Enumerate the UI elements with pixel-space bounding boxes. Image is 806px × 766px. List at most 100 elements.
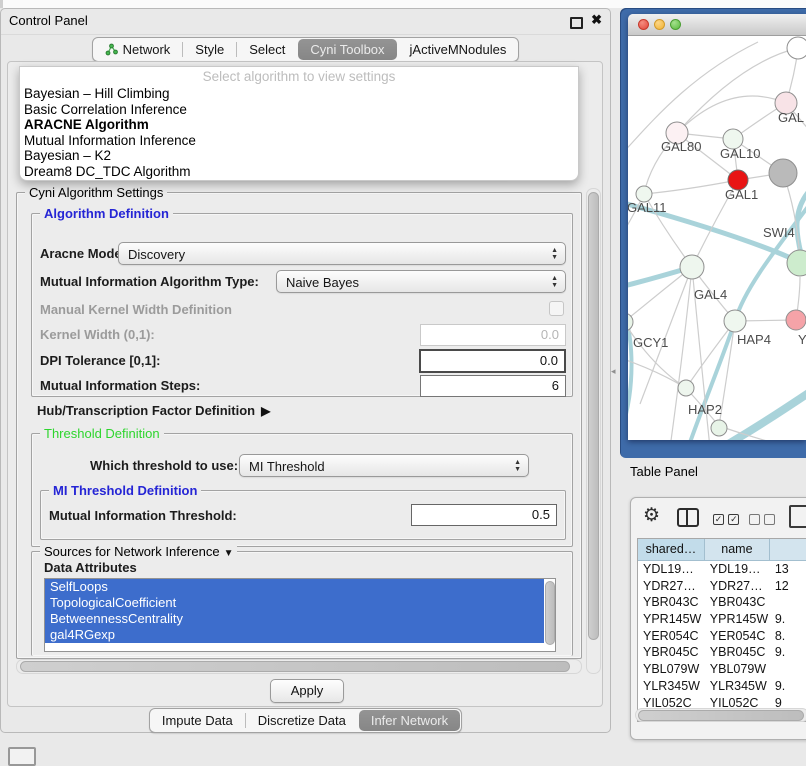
network-node[interactable] xyxy=(680,255,704,279)
list-item[interactable]: SelfLoops xyxy=(45,579,544,595)
list-scrollbar-thumb[interactable] xyxy=(545,581,555,645)
cell[interactable]: YER054C xyxy=(638,628,705,645)
cell[interactable]: YBL079W xyxy=(638,661,705,678)
network-edge[interactable] xyxy=(628,322,686,388)
cell[interactable]: YPR145W xyxy=(638,611,705,628)
network-window-titlebar[interactable] xyxy=(628,14,806,36)
minimize-window-icon[interactable] xyxy=(654,19,665,30)
split-view-icon[interactable] xyxy=(677,508,699,527)
cell[interactable]: YBR045C xyxy=(638,644,705,661)
cell[interactable]: YLR345W xyxy=(638,678,705,695)
deselect-all-checks-icon[interactable]: ✓ ✓ xyxy=(749,511,775,529)
cell[interactable]: YER054C xyxy=(705,628,770,645)
close-panel-icon[interactable]: ✖ xyxy=(591,12,602,28)
table-row[interactable]: YDR27…YDR27…12 xyxy=(638,578,806,595)
algorithm-option[interactable]: Basic Correlation Inference xyxy=(20,102,578,118)
cell[interactable]: YDL19… xyxy=(705,561,770,578)
cell[interactable]: YBL079W xyxy=(705,661,770,678)
cell[interactable]: YPR145W xyxy=(705,611,770,628)
cell[interactable]: 8. xyxy=(770,628,806,645)
settings-vertical-scrollbar-thumb[interactable] xyxy=(588,192,599,640)
panel-divider-grip[interactable]: ◂ xyxy=(611,366,616,377)
network-edge[interactable] xyxy=(718,388,806,440)
cell[interactable]: YLR345W xyxy=(705,678,770,695)
tab-select[interactable]: Select xyxy=(237,38,297,61)
table-row[interactable]: YLR345WYLR345W9. xyxy=(638,678,806,695)
cell[interactable]: YIL052C xyxy=(705,695,770,710)
table-horizontal-scrollbar[interactable] xyxy=(635,708,806,722)
network-node[interactable] xyxy=(724,310,746,332)
network-graph[interactable]: GALGAL80GAL10GAL1GAL11SWI4GAL4GCY1HAP4YH… xyxy=(628,36,806,440)
network-node[interactable] xyxy=(678,380,694,396)
tab-network[interactable]: Network xyxy=(93,38,183,61)
column-header-name[interactable]: name xyxy=(705,539,770,561)
algorithm-option[interactable]: Mutual Information Inference xyxy=(20,133,578,149)
gear-icon[interactable]: ⚙ xyxy=(643,504,660,527)
manual-kernel-checkbox[interactable] xyxy=(549,301,564,316)
network-node[interactable] xyxy=(787,250,806,276)
tab-discretize-data[interactable]: Discretize Data xyxy=(246,709,358,732)
network-edge[interactable] xyxy=(677,96,786,133)
cell[interactable]: YBR043C xyxy=(638,594,705,611)
list-item[interactable]: TopologicalCoefficient xyxy=(45,595,544,611)
which-threshold-combo[interactable]: MI Threshold ▲▼ xyxy=(239,454,529,477)
tab-impute-data[interactable]: Impute Data xyxy=(150,709,245,732)
close-window-icon[interactable] xyxy=(638,19,649,30)
cell[interactable]: YDL19… xyxy=(638,561,705,578)
network-node[interactable] xyxy=(787,37,806,59)
data-attributes-list[interactable]: SelfLoops TopologicalCoefficient Between… xyxy=(44,578,556,652)
table-row[interactable]: YBR043CYBR043C xyxy=(638,594,806,611)
dpi-tolerance-input[interactable]: 0.0 xyxy=(419,349,566,373)
mi-steps-input[interactable]: 6 xyxy=(420,375,566,397)
aracne-mode-combo[interactable]: Discovery ▲▼ xyxy=(118,242,566,265)
hub-section-toggle[interactable]: Hub/Transcription Factor Definition▶ xyxy=(37,403,270,418)
table-row[interactable]: YPR145WYPR145W9. xyxy=(638,611,806,628)
tab-cyni-toolbox[interactable]: Cyni Toolbox xyxy=(298,39,396,60)
list-item[interactable]: BetweennessCentrality xyxy=(45,611,544,627)
network-node[interactable] xyxy=(786,310,806,330)
cell[interactable]: 9. xyxy=(770,678,806,695)
list-scrollbar[interactable] xyxy=(545,580,554,650)
cell[interactable] xyxy=(770,661,806,678)
algorithm-option-aracne[interactable]: ARACNE Algorithm xyxy=(20,117,578,133)
minimized-widget-icon[interactable] xyxy=(8,747,36,766)
network-node[interactable] xyxy=(711,420,727,436)
table-row[interactable]: YBL079WYBL079W xyxy=(638,661,806,678)
cell[interactable]: YBR045C xyxy=(705,644,770,661)
network-canvas[interactable]: GALGAL80GAL10GAL1GAL11SWI4GAL4GCY1HAP4YH… xyxy=(628,36,806,440)
network-edge[interactable] xyxy=(644,180,738,194)
mi-type-combo[interactable]: Naive Bayes ▲▼ xyxy=(276,270,566,293)
network-node[interactable] xyxy=(769,159,797,187)
sources-group-title[interactable]: Sources for Network Inference▼ xyxy=(40,544,237,561)
cell[interactable] xyxy=(770,594,806,611)
cell[interactable]: 13 xyxy=(770,561,806,578)
cell[interactable]: YDR27… xyxy=(705,578,770,595)
tab-jactivemnodules[interactable]: jActiveMNodules xyxy=(398,38,519,61)
page-icon[interactable] xyxy=(789,505,806,528)
algorithm-option[interactable]: Dream8 DC_TDC Algorithm xyxy=(20,164,578,180)
table-horizontal-scrollbar-thumb[interactable] xyxy=(638,710,804,721)
tab-style[interactable]: Style xyxy=(183,38,236,61)
cell[interactable]: 9. xyxy=(770,611,806,628)
kernel-width-input[interactable]: 0.0 xyxy=(420,324,566,346)
cell[interactable]: YDR27… xyxy=(638,578,705,595)
column-header-clipped[interactable] xyxy=(770,539,806,561)
column-header-shared-name[interactable]: shared… xyxy=(638,539,705,561)
settings-horizontal-scrollbar[interactable] xyxy=(16,659,582,674)
zoom-window-icon[interactable] xyxy=(670,19,681,30)
cell[interactable]: 12 xyxy=(770,578,806,595)
apply-button[interactable]: Apply xyxy=(270,679,344,703)
list-item[interactable]: gal4RGexp xyxy=(45,627,544,643)
settings-horizontal-scrollbar-thumb[interactable] xyxy=(20,661,570,672)
algorithm-option[interactable]: Bayesian – K2 xyxy=(20,148,578,164)
cell[interactable]: YBR043C xyxy=(705,594,770,611)
mi-threshold-input[interactable]: 0.5 xyxy=(411,504,557,526)
network-edge[interactable] xyxy=(686,321,735,388)
table-row[interactable]: YIL052CYIL052C9 xyxy=(638,695,806,710)
table-row[interactable]: YDL19…YDL19…13 xyxy=(638,561,806,578)
table-row[interactable]: YBR045CYBR045C9. xyxy=(638,644,806,661)
select-all-checks-icon[interactable]: ✓ ✓ xyxy=(713,511,739,529)
cell[interactable]: 9. xyxy=(770,644,806,661)
cell[interactable]: YIL052C xyxy=(638,695,705,710)
cell[interactable]: 9 xyxy=(770,695,806,710)
